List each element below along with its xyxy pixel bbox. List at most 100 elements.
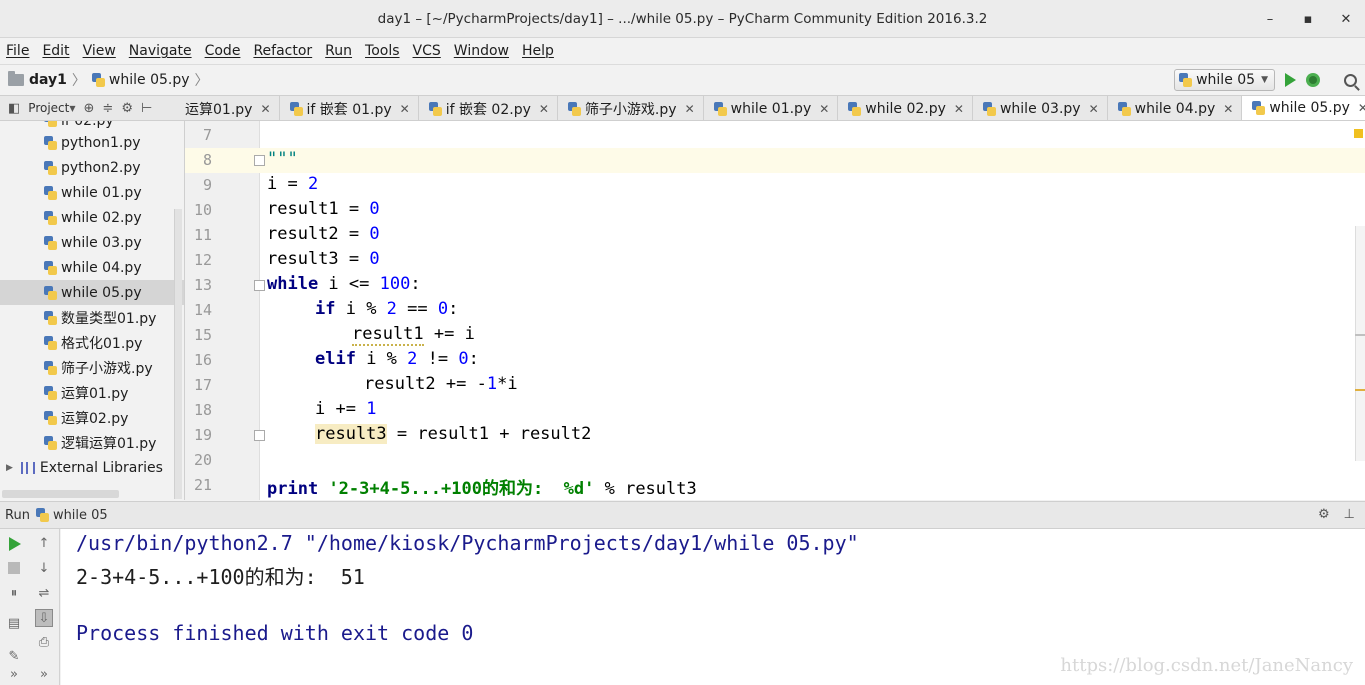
close-icon[interactable]: ✕ <box>1089 102 1099 116</box>
hide-panel-icon[interactable]: ⊥ <box>1344 507 1355 522</box>
code-keyword: print <box>267 479 319 499</box>
run-console[interactable]: /usr/bin/python2.7 "/home/kiosk/PycharmP… <box>61 529 1365 685</box>
tab-label: if 嵌套 02.py <box>445 101 531 118</box>
tree-item-label: 数量类型01.py <box>61 310 157 327</box>
more-icon[interactable]: » <box>5 665 23 683</box>
pin-icon[interactable]: ✎ <box>5 647 23 665</box>
soft-wrap-icon[interactable]: ⇌ <box>35 584 53 602</box>
tree-item[interactable]: if 02.py <box>0 121 184 130</box>
project-view-icon: ◧ <box>8 100 21 116</box>
print-icon[interactable]: ⎙ <box>35 633 53 651</box>
tree-item[interactable]: while 03.py <box>0 230 184 255</box>
tree-item-selected[interactable]: while 05.py <box>0 280 184 305</box>
gear-icon[interactable]: ⚙ <box>121 101 133 116</box>
close-icon[interactable]: ✕ <box>1358 101 1365 115</box>
tree-item-external-libraries[interactable]: ▶ External Libraries <box>0 455 184 480</box>
menu-window[interactable]: Window <box>454 43 509 59</box>
close-icon[interactable]: ✕ <box>400 102 410 116</box>
code-token: += i <box>423 324 475 344</box>
menu-vcs[interactable]: VCS <box>413 43 441 59</box>
tree-item[interactable]: python2.py <box>0 155 184 180</box>
error-stripe-mark[interactable] <box>1355 389 1365 391</box>
tab-while-02[interactable]: while 02.py ✕ <box>838 96 973 120</box>
menu-run[interactable]: Run <box>325 43 352 59</box>
code-line: 18 i += 1 <box>185 398 1365 423</box>
breadcrumb-project[interactable]: day1 〉 <box>8 70 86 90</box>
fold-marker-icon[interactable] <box>254 280 265 291</box>
tab-while-03[interactable]: while 03.py ✕ <box>973 96 1108 120</box>
tree-item[interactable]: 运算01.py <box>0 380 184 405</box>
tree-horizontal-scrollbar[interactable] <box>2 490 119 498</box>
code-editor[interactable]: 7 8 """ 9 i = 2 10 result1 = 0 11 result… <box>185 121 1365 500</box>
tree-item[interactable]: while 04.py <box>0 255 184 280</box>
fold-marker-icon[interactable] <box>254 430 265 441</box>
tree-item[interactable]: 格式化01.py <box>0 330 184 355</box>
scroll-to-end-icon[interactable]: ⇩ <box>35 609 53 627</box>
menu-tools[interactable]: Tools <box>365 43 400 59</box>
code-line: 12 result3 = 0 <box>185 248 1365 273</box>
close-icon[interactable]: ✕ <box>819 102 829 116</box>
pause-icon[interactable]: ⏸ <box>5 584 23 602</box>
tab-while-05[interactable]: while 05.py ✕ <box>1242 96 1365 120</box>
code-text: result3 = result1 + result2 <box>315 424 591 444</box>
minimize-button[interactable]: – <box>1251 12 1289 27</box>
warning-marker-icon[interactable] <box>1354 129 1363 138</box>
search-icon[interactable] <box>1344 73 1357 87</box>
menu-edit[interactable]: Edit <box>42 43 69 59</box>
tree-item[interactable]: 数量类型01.py <box>0 305 184 330</box>
expand-arrow-icon[interactable]: ▶ <box>6 463 13 473</box>
tree-item[interactable]: 逻辑运算01.py <box>0 430 184 455</box>
code-token: 0 <box>369 199 380 219</box>
tree-item[interactable]: 筛子小游戏.py <box>0 355 184 380</box>
scroll-from-source-icon[interactable]: ⊕ <box>84 101 95 116</box>
title-bar: day1 – [~/PycharmProjects/day1] – .../wh… <box>0 0 1365 38</box>
close-icon[interactable]: ✕ <box>954 102 964 116</box>
close-icon[interactable]: ✕ <box>1223 102 1233 116</box>
more-icon[interactable]: » <box>35 665 53 683</box>
arrow-up-icon[interactable]: ↑ <box>35 534 53 552</box>
error-stripe-mark[interactable] <box>1355 334 1365 336</box>
menu-file[interactable]: File <box>6 43 29 59</box>
tree-item[interactable]: 运算02.py <box>0 405 184 430</box>
tab-shaizi-game[interactable]: 筛子小游戏.py ✕ <box>558 96 704 120</box>
tree-item[interactable]: while 01.py <box>0 180 184 205</box>
tab-if-qiantao-01[interactable]: if 嵌套 01.py ✕ <box>280 96 419 120</box>
project-view-select[interactable]: Project <box>28 101 69 115</box>
watermark: https://blog.csdn.net/JaneNancy <box>1060 655 1353 676</box>
tree-scrollbar[interactable] <box>174 209 182 499</box>
editor-scrollbar[interactable] <box>1355 226 1365 461</box>
close-icon[interactable]: ✕ <box>685 102 695 116</box>
menu-navigate[interactable]: Navigate <box>129 43 192 59</box>
tab-yunsuan01[interactable]: 运算01.py ✕ <box>185 96 280 120</box>
run-panel-config[interactable]: while 05 <box>53 508 108 523</box>
close-button[interactable]: ✕ <box>1327 12 1365 27</box>
rerun-icon[interactable] <box>9 537 21 551</box>
menu-view[interactable]: View <box>83 43 116 59</box>
python-file-icon <box>713 101 727 116</box>
tab-label: 运算01.py <box>185 101 253 118</box>
close-icon[interactable]: ✕ <box>260 102 270 116</box>
arrow-down-icon[interactable]: ↓ <box>35 559 53 577</box>
tab-while-04[interactable]: while 04.py ✕ <box>1108 96 1243 120</box>
run-configuration-select[interactable]: while 05 ▼ <box>1174 69 1275 91</box>
collapse-all-icon[interactable]: ≑ <box>102 101 113 116</box>
restore-layout-icon[interactable]: ▤ <box>5 614 23 632</box>
breadcrumb-file[interactable]: while 05.py 〉 <box>91 70 209 90</box>
gear-icon[interactable]: ⚙ <box>1318 507 1330 522</box>
menu-code[interactable]: Code <box>205 43 241 59</box>
menu-refactor[interactable]: Refactor <box>253 43 312 59</box>
tab-while-01[interactable]: while 01.py ✕ <box>704 96 839 120</box>
hide-panel-icon[interactable]: ⊢ <box>141 101 152 116</box>
stop-icon[interactable] <box>8 562 20 574</box>
run-icon[interactable] <box>1285 73 1296 87</box>
maximize-button[interactable]: ▪ <box>1289 12 1327 27</box>
code-line: 21 print '2-3+4-5...+100的和为: %d' % resul… <box>185 473 1365 499</box>
fold-marker-icon[interactable] <box>254 155 265 166</box>
chevron-down-icon[interactable]: ▼ <box>69 104 75 113</box>
debug-icon[interactable] <box>1306 73 1320 87</box>
tree-item[interactable]: while 02.py <box>0 205 184 230</box>
close-icon[interactable]: ✕ <box>539 102 549 116</box>
tree-item[interactable]: python1.py <box>0 130 184 155</box>
menu-help[interactable]: Help <box>522 43 554 59</box>
tab-if-qiantao-02[interactable]: if 嵌套 02.py ✕ <box>419 96 558 120</box>
